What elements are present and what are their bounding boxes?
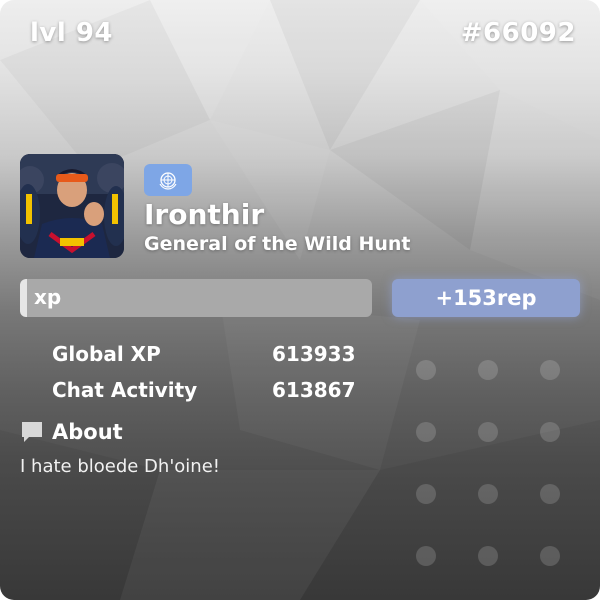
xp-label: xp bbox=[34, 285, 62, 309]
stat-label-chat-activity: Chat Activity bbox=[52, 378, 198, 402]
avatar-image bbox=[20, 154, 124, 258]
level-label: lvl 94 bbox=[30, 18, 114, 48]
dot-grid-decoration bbox=[416, 360, 560, 566]
user-title: General of the Wild Hunt bbox=[144, 233, 411, 255]
xp-progress-fill bbox=[20, 279, 28, 317]
profile-card: lvl 94 #66092 Ironthir General of the Wi… bbox=[0, 0, 600, 600]
stat-value-chat-activity: 613867 bbox=[272, 378, 356, 402]
un-flag-icon bbox=[159, 172, 177, 190]
xp-progress-bar: xp bbox=[20, 279, 372, 317]
speech-bubble-icon bbox=[22, 422, 42, 442]
stat-label-global-xp: Global XP bbox=[52, 342, 161, 366]
about-title: About bbox=[52, 420, 123, 444]
avatar[interactable] bbox=[20, 154, 124, 258]
username: Ironthir bbox=[144, 198, 265, 231]
about-text: I hate bloede Dh'oine! bbox=[20, 456, 220, 477]
stat-value-global-xp: 613933 bbox=[272, 342, 356, 366]
rank-label: #66092 bbox=[460, 18, 576, 48]
rep-badge[interactable]: +153rep bbox=[392, 279, 580, 317]
country-flag bbox=[144, 164, 192, 196]
